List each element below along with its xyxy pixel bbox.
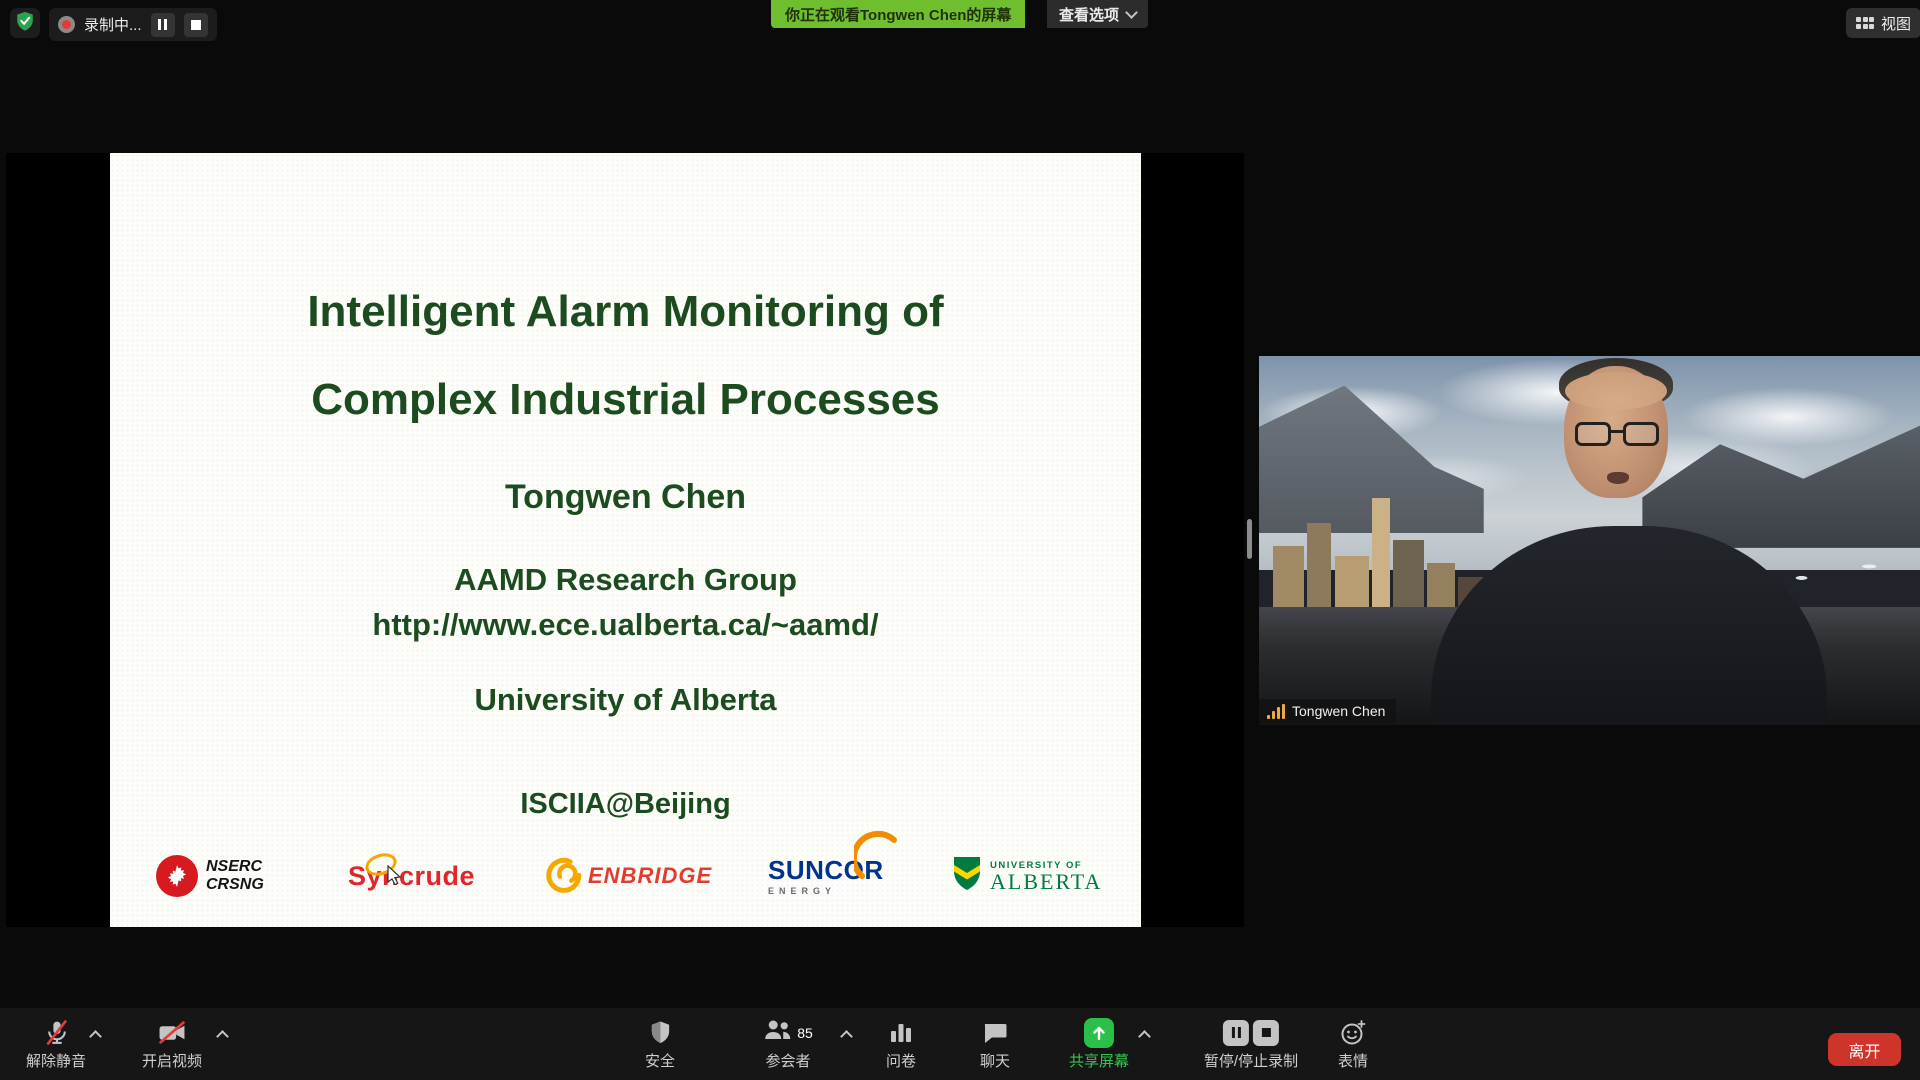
participants-options-caret[interactable]: [842, 1028, 851, 1046]
mic-muted-icon: [42, 1017, 69, 1048]
security-verified-badge[interactable]: [10, 8, 40, 38]
maple-leaf-icon: [156, 855, 198, 897]
stop-icon: [191, 20, 201, 30]
participants-icon: [763, 1017, 793, 1048]
record-dot-icon: [58, 16, 75, 33]
slide-title-line1: Intelligent Alarm Monitoring of: [110, 287, 1141, 337]
audio-level-icon: [1267, 704, 1285, 719]
polls-button[interactable]: 问卷: [886, 1008, 916, 1080]
suncor-arc-icon: [854, 826, 900, 884]
share-options-caret[interactable]: [1140, 1028, 1149, 1046]
leave-button[interactable]: 离开: [1828, 1033, 1901, 1066]
slide-venue: ISCIIA@Beijing: [110, 788, 1141, 821]
shared-screen-area: Intelligent Alarm Monitoring of Complex …: [6, 153, 1244, 927]
unmute-label: 解除静音: [26, 1050, 86, 1071]
participant-video[interactable]: Tongwen Chen: [1259, 356, 1920, 725]
panel-resize-handle[interactable]: [1247, 519, 1252, 559]
slide-research-group: AAMD Research Group: [110, 562, 1141, 598]
recording-label: 录制中...: [84, 14, 142, 35]
security-label: 安全: [645, 1050, 675, 1071]
view-button-label: 视图: [1881, 13, 1911, 34]
slide-title-line2: Complex Industrial Processes: [110, 375, 1141, 425]
grid-view-icon: [1856, 17, 1874, 29]
security-button[interactable]: 安全: [645, 1008, 675, 1080]
nserc-logo: NSERCCRSNG: [156, 840, 264, 912]
ualberta-shield-icon: [952, 856, 982, 897]
chevron-down-icon: [1125, 6, 1138, 19]
smiley-plus-icon: [1339, 1017, 1367, 1048]
pause-icon: [1223, 1020, 1249, 1046]
university-of-alberta-logo: UNIVERSITY OF ALBERTA: [952, 840, 1102, 912]
enbridge-logo: ENBRIDGE: [538, 840, 712, 912]
stop-icon: [1253, 1020, 1279, 1046]
camera-off-icon: [157, 1017, 187, 1048]
reactions-button[interactable]: 表情: [1338, 1008, 1368, 1080]
polls-icon: [888, 1017, 914, 1048]
ualberta-text-bottom: ALBERTA: [990, 871, 1102, 893]
reactions-label: 表情: [1338, 1050, 1368, 1071]
participant-name: Tongwen Chen: [1292, 703, 1385, 719]
view-options-button[interactable]: 查看选项: [1047, 0, 1148, 28]
suncor-logo: SUNCOR ENERGY: [768, 840, 884, 912]
recording-controls-label: 暂停/停止录制: [1204, 1050, 1298, 1071]
security-shield-icon: [647, 1017, 672, 1048]
slide-author: Tongwen Chen: [110, 478, 1141, 517]
chat-label: 聊天: [980, 1050, 1010, 1071]
chevron-up-icon: [216, 1030, 229, 1043]
viewing-banner-text: 你正在观看Tongwen Chen的屏幕: [785, 4, 1011, 25]
enbridge-text: ENBRIDGE: [588, 863, 712, 889]
pause-recording-button[interactable]: [151, 13, 175, 37]
view-options-label: 查看选项: [1059, 4, 1119, 25]
participants-label: 参会者: [765, 1050, 810, 1071]
video-options-caret[interactable]: [218, 1028, 227, 1046]
presentation-slide: Intelligent Alarm Monitoring of Complex …: [110, 153, 1141, 927]
chevron-up-icon: [1138, 1030, 1151, 1043]
share-screen-button[interactable]: 共享屏幕: [1069, 1008, 1129, 1080]
zoom-meeting-window: 录制中... 你正在观看Tongwen Chen的屏幕 查看选项 视图 Inte…: [0, 0, 1920, 1080]
pause-stop-recording-button[interactable]: 暂停/停止录制: [1204, 1008, 1298, 1080]
share-screen-label: 共享屏幕: [1069, 1050, 1129, 1071]
slide-url: http://www.ece.ualberta.ca/~aamd/: [110, 607, 1141, 643]
participant-glasses: [1571, 422, 1663, 448]
suncor-energy-text: ENERGY: [768, 886, 836, 896]
stop-recording-button[interactable]: [184, 13, 208, 37]
start-video-label: 开启视频: [142, 1050, 202, 1071]
participant-mouth: [1607, 472, 1629, 484]
nserc-text-2: CRSNG: [206, 876, 264, 893]
unmute-button[interactable]: 解除静音: [26, 1008, 86, 1080]
chat-button[interactable]: 聊天: [980, 1008, 1010, 1080]
enbridge-swirl-icon: [538, 850, 584, 903]
cursor-icon: [386, 865, 404, 890]
participant-forehead: [1565, 372, 1667, 410]
meeting-toolbar: 解除静音 开启视频 安全 85 参会者: [0, 1008, 1920, 1080]
slide-affiliation: University of Alberta: [110, 682, 1141, 718]
chevron-up-icon: [89, 1030, 102, 1043]
nserc-text-1: NSERC: [206, 858, 262, 875]
chat-icon: [982, 1017, 1008, 1048]
participants-button[interactable]: 85 参会者: [763, 1008, 813, 1080]
participant-name-tag: Tongwen Chen: [1259, 699, 1396, 723]
recording-indicator: 录制中...: [49, 8, 217, 41]
viewing-screen-banner: 你正在观看Tongwen Chen的屏幕: [771, 0, 1025, 28]
syncrude-logo: Syncrude: [348, 840, 475, 912]
chevron-up-icon: [840, 1030, 853, 1043]
view-button[interactable]: 视图: [1846, 8, 1920, 38]
start-video-button[interactable]: 开启视频: [142, 1008, 202, 1080]
audio-options-caret[interactable]: [91, 1028, 100, 1046]
participants-count: 85: [797, 1025, 813, 1041]
pause-icon: [158, 19, 167, 30]
shield-check-icon: [14, 10, 36, 37]
share-screen-icon: [1084, 1018, 1114, 1048]
polls-label: 问卷: [886, 1050, 916, 1071]
